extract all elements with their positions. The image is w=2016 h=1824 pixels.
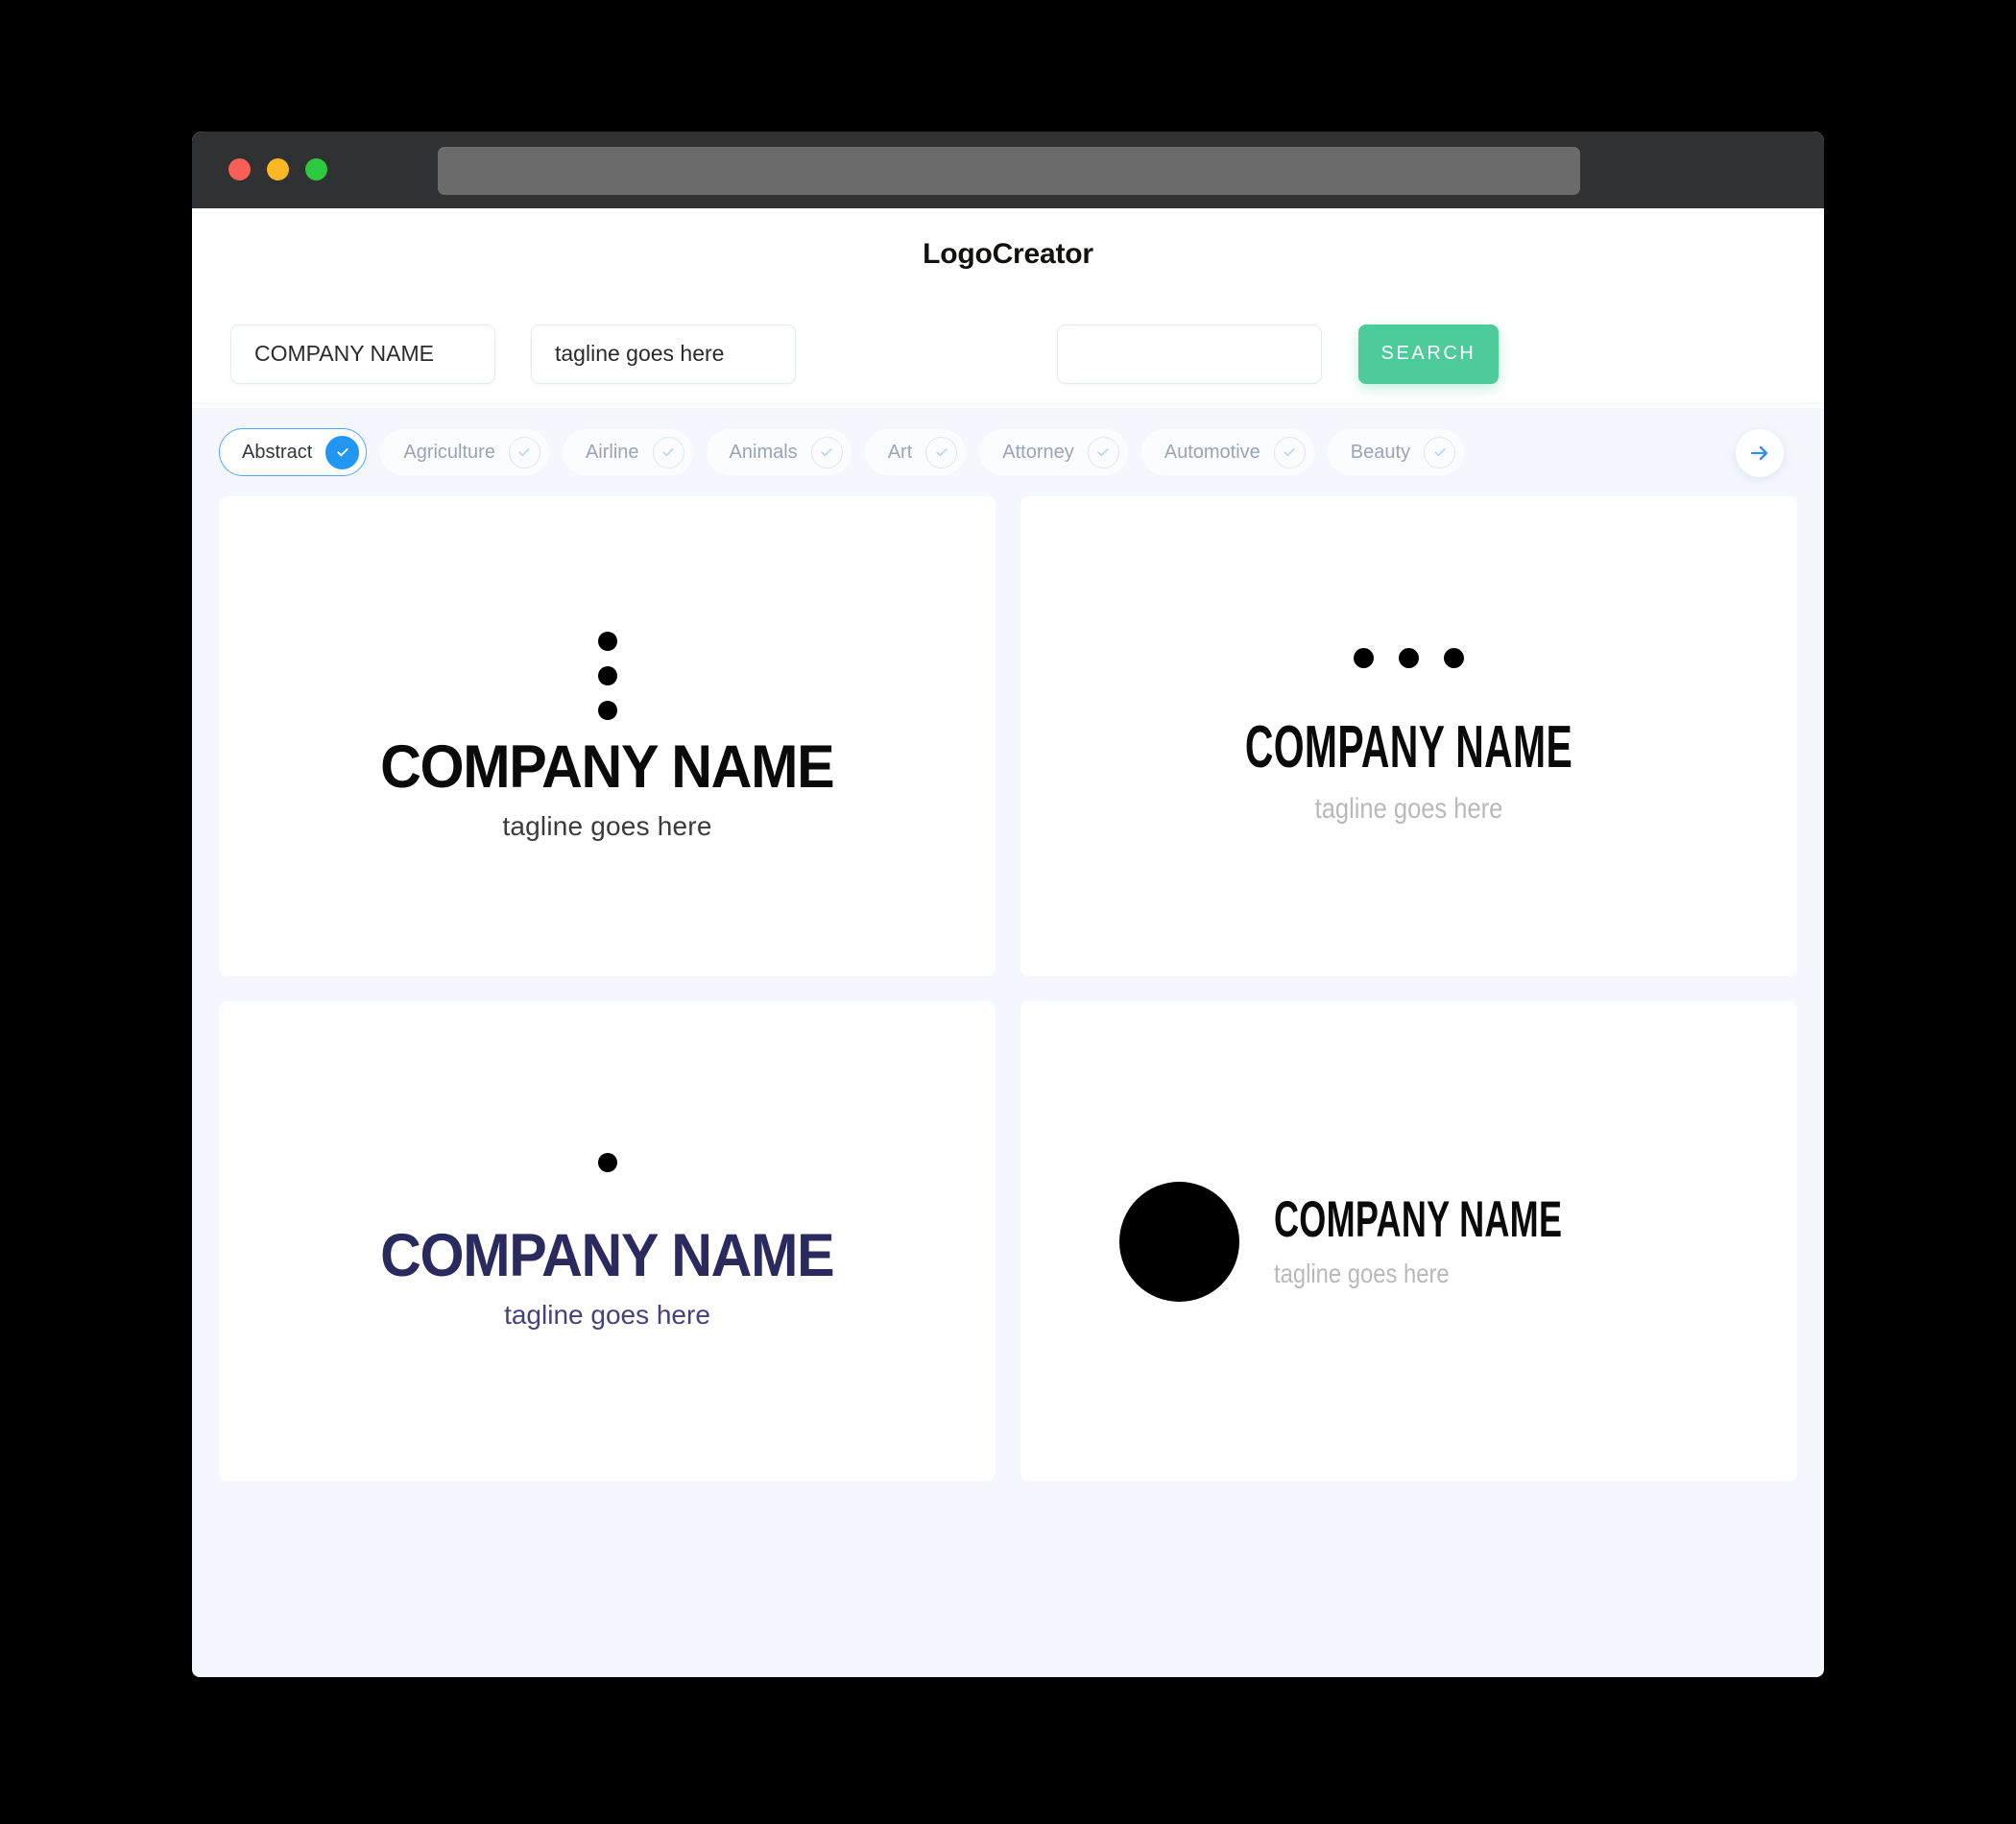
- logo-preview: COMPANY NAME tagline goes here: [1119, 1181, 1698, 1302]
- category-chip-automotive[interactable]: Automotive: [1140, 429, 1314, 475]
- close-window-button[interactable]: [228, 158, 251, 180]
- three-dots-horizontal-icon: [1161, 647, 1657, 668]
- categories-next-button[interactable]: [1736, 429, 1784, 477]
- category-chip-beauty[interactable]: Beauty: [1327, 429, 1465, 475]
- search-button[interactable]: SEARCH: [1358, 324, 1499, 384]
- category-chip-art[interactable]: Art: [864, 429, 967, 475]
- minimize-window-button[interactable]: [267, 158, 289, 180]
- check-circle-icon: [508, 436, 540, 468]
- category-chip-label: Airline: [585, 441, 639, 463]
- search-toolbar: COMPANY NAME tagline goes here SEARCH: [192, 300, 1824, 408]
- category-chip-label: Attorney: [1002, 441, 1074, 463]
- logo-text-stack: COMPANY NAME tagline goes here: [1274, 1194, 1698, 1289]
- check-circle-icon: [810, 436, 843, 468]
- browser-window: LogoCreator COMPANY NAME tagline goes he…: [192, 132, 1824, 1677]
- category-chip-label: Beauty: [1350, 441, 1411, 463]
- browser-titlebar: [192, 132, 1824, 208]
- single-dot-icon: [597, 1152, 617, 1172]
- logo-preview: COMPANY NAME tagline goes here: [366, 631, 848, 842]
- logo-tagline: tagline goes here: [1274, 1258, 1450, 1288]
- category-chip-label: Animals: [729, 441, 798, 463]
- app-header: LogoCreator: [192, 208, 1824, 300]
- logo-tagline: tagline goes here: [502, 810, 712, 841]
- logo-card-3[interactable]: COMPANY NAME tagline goes here: [219, 1001, 996, 1481]
- logo-company-name: COMPANY NAME: [1244, 713, 1573, 780]
- arrow-right-icon: [1750, 445, 1768, 461]
- check-circle-icon: [1424, 436, 1456, 468]
- three-dots-vertical-icon: [366, 631, 848, 720]
- category-chip-label: Abstract: [242, 441, 313, 463]
- company-name-input[interactable]: COMPANY NAME: [230, 324, 495, 384]
- logo-card-1[interactable]: COMPANY NAME tagline goes here: [219, 496, 996, 976]
- maximize-window-button[interactable]: [305, 158, 327, 180]
- category-chip-attorney[interactable]: Attorney: [979, 429, 1128, 475]
- keyword-input[interactable]: [1057, 324, 1322, 384]
- app-title: LogoCreator: [923, 237, 1093, 270]
- check-circle-icon: [325, 435, 360, 469]
- logo-preview: COMPANY NAME tagline goes here: [366, 1152, 848, 1331]
- check-circle-icon: [925, 436, 958, 468]
- category-chip-label: Art: [887, 441, 913, 463]
- logo-card-4[interactable]: COMPANY NAME tagline goes here: [1020, 1001, 1797, 1481]
- category-chip-airline[interactable]: Airline: [562, 429, 693, 475]
- address-bar-input[interactable]: [438, 147, 1580, 195]
- logo-card-2[interactable]: COMPANY NAME tagline goes here: [1020, 496, 1797, 976]
- logo-company-name: COMPANY NAME: [380, 1221, 835, 1289]
- traffic-lights: [228, 158, 327, 180]
- check-circle-icon: [652, 436, 684, 468]
- category-filter-bar[interactable]: Abstract Agriculture Airline Animals Art: [192, 408, 1824, 496]
- tagline-input[interactable]: tagline goes here: [531, 324, 796, 384]
- category-chip-agriculture[interactable]: Agriculture: [380, 429, 549, 475]
- category-chip-label: Automotive: [1164, 441, 1260, 463]
- logo-results-grid: COMPANY NAME tagline goes here COMPANY N…: [192, 496, 1824, 1508]
- check-circle-icon: [1087, 436, 1119, 468]
- logo-tagline: tagline goes here: [1314, 792, 1503, 825]
- logo-company-name: COMPANY NAME: [380, 732, 835, 801]
- category-chip-abstract[interactable]: Abstract: [219, 428, 368, 476]
- category-chip-animals[interactable]: Animals: [706, 429, 852, 475]
- filled-circle-icon: [1119, 1181, 1240, 1302]
- category-chip-label: Agriculture: [403, 441, 495, 463]
- logo-tagline: tagline goes here: [504, 1299, 710, 1330]
- logo-company-name: COMPANY NAME: [1274, 1190, 1563, 1248]
- logo-preview: COMPANY NAME tagline goes here: [1161, 647, 1657, 826]
- check-circle-icon: [1273, 436, 1306, 468]
